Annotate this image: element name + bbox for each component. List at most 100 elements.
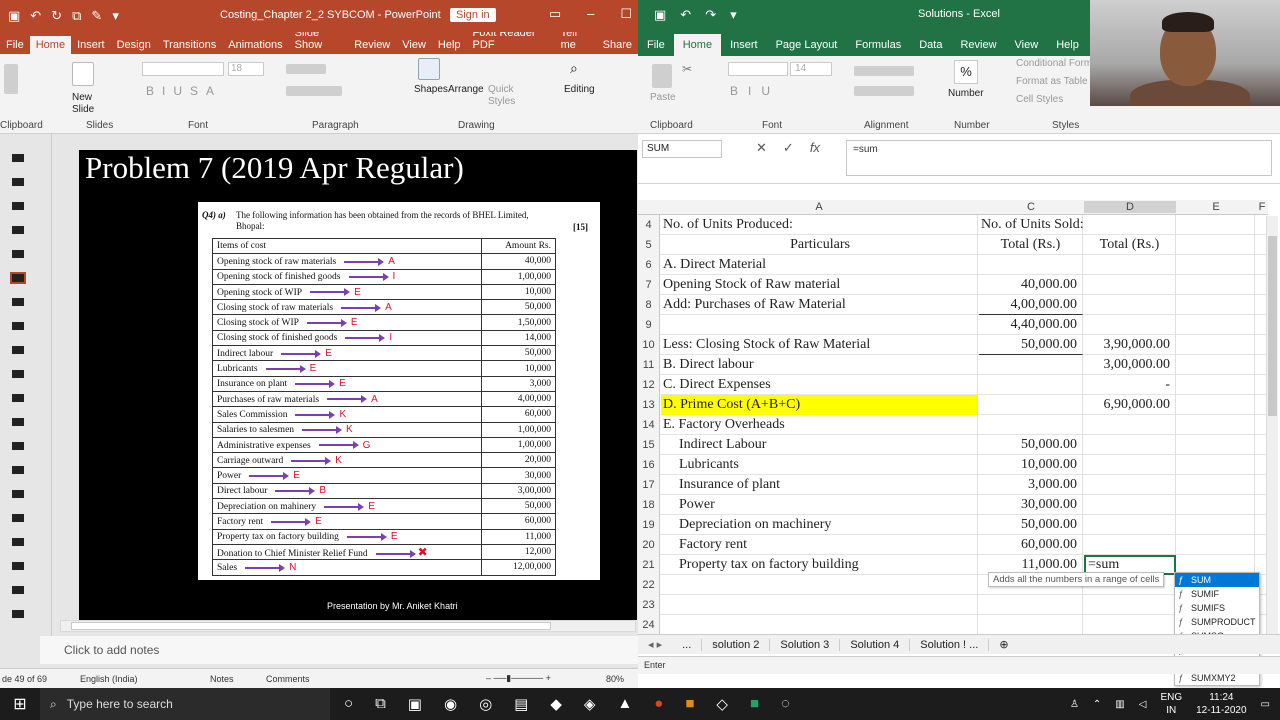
cell-d[interactable] bbox=[1084, 215, 1176, 235]
thumbnail-scrollbar[interactable] bbox=[40, 134, 52, 664]
tab-review[interactable]: Review bbox=[348, 36, 396, 54]
vlc-icon[interactable]: ▲ bbox=[617, 695, 632, 713]
customize-qa-icon[interactable]: ▾ bbox=[730, 7, 737, 23]
row-header[interactable]: 14 bbox=[638, 415, 660, 435]
app-icon[interactable]: ◆ bbox=[550, 695, 562, 713]
cell-e[interactable] bbox=[1177, 475, 1255, 495]
cell-e[interactable] bbox=[1177, 355, 1255, 375]
tab-insert[interactable]: Insert bbox=[71, 36, 111, 54]
tab-home[interactable]: Home bbox=[673, 34, 722, 56]
cut-icon[interactable]: ✂ bbox=[682, 62, 692, 76]
shapes-icon[interactable] bbox=[418, 58, 440, 80]
indent-icon[interactable] bbox=[854, 86, 914, 96]
maximize-icon[interactable]: ☐ bbox=[620, 6, 632, 22]
slide-thumb[interactable] bbox=[12, 226, 24, 234]
column-header-d[interactable]: D bbox=[1084, 201, 1176, 213]
cell-c[interactable]: 10,000.00 bbox=[979, 455, 1083, 475]
notes-pane[interactable]: Click to add notes bbox=[40, 636, 638, 664]
row-header[interactable]: 21 bbox=[638, 555, 660, 575]
column-header-f[interactable]: F bbox=[1252, 201, 1272, 213]
slide-thumb[interactable] bbox=[12, 466, 24, 474]
redo-icon[interactable]: ↻ bbox=[51, 8, 62, 24]
share-button[interactable]: Share bbox=[597, 36, 638, 54]
clock[interactable]: 11:24 12-11-2020 bbox=[1196, 691, 1246, 717]
cell-c[interactable] bbox=[979, 395, 1083, 415]
undo-icon[interactable]: ↶ bbox=[680, 7, 691, 23]
cell-e[interactable] bbox=[1177, 215, 1255, 235]
cell-d[interactable]: 3,90,000.00 bbox=[1084, 335, 1176, 355]
sheet-nav-icon[interactable]: ◂ ▸ bbox=[638, 638, 672, 651]
slide-thumb[interactable] bbox=[12, 154, 24, 162]
cell-e[interactable] bbox=[1177, 235, 1255, 255]
cell-c[interactable] bbox=[979, 375, 1083, 395]
cancel-icon[interactable]: ✕ bbox=[756, 140, 767, 156]
row-header[interactable]: 7 bbox=[638, 275, 660, 295]
row-header[interactable]: 23 bbox=[638, 595, 660, 615]
undo-icon[interactable]: ↶ bbox=[30, 8, 41, 24]
shapes-button[interactable]: Shapes bbox=[414, 84, 448, 95]
cell-a[interactable]: C. Direct Expenses bbox=[661, 375, 978, 395]
quick-styles-button[interactable]: Quick Styles bbox=[488, 84, 518, 108]
cell-a[interactable]: D. Prime Cost (A+B+C) bbox=[661, 395, 978, 415]
autocomplete-item[interactable]: SUM bbox=[1175, 573, 1259, 587]
slide-canvas[interactable]: Problem 7 (2019 Apr Regular) Q4) a) The … bbox=[79, 150, 637, 620]
slide-thumb[interactable] bbox=[12, 490, 24, 498]
row-header[interactable]: 19 bbox=[638, 515, 660, 535]
slide-thumb[interactable] bbox=[12, 562, 24, 570]
chrome-icon[interactable]: ◎ bbox=[479, 695, 492, 713]
slide-thumb[interactable] bbox=[12, 370, 24, 378]
name-box[interactable]: SUM bbox=[642, 140, 722, 158]
cell-a[interactable]: Lubricants bbox=[661, 455, 978, 475]
autocomplete-item[interactable]: SUMIFS bbox=[1175, 601, 1259, 615]
cell-a[interactable] bbox=[661, 595, 978, 615]
cell-a[interactable]: No. of Units Produced: bbox=[661, 215, 978, 235]
cell-a[interactable]: B. Direct labour bbox=[661, 355, 978, 375]
insert-function-icon[interactable]: fx bbox=[810, 140, 820, 156]
cell-a[interactable]: Property tax on factory building bbox=[661, 555, 978, 575]
slide-thumb-active[interactable] bbox=[10, 272, 26, 284]
slide-thumb[interactable] bbox=[12, 202, 24, 210]
column-header-e[interactable]: E bbox=[1177, 201, 1255, 213]
font-name-box[interactable] bbox=[728, 62, 788, 76]
tab-animations[interactable]: Animations bbox=[222, 36, 288, 54]
redo-icon[interactable]: ↷ bbox=[705, 7, 716, 23]
sheet-tab[interactable]: ... bbox=[672, 638, 703, 651]
cell-d[interactable] bbox=[1084, 535, 1176, 555]
conditional-format-button[interactable]: Conditional Form bbox=[1016, 58, 1092, 69]
cell-c[interactable]: 30,000.00 bbox=[979, 495, 1083, 515]
tab-design[interactable]: Design bbox=[111, 36, 157, 54]
cell-c[interactable] bbox=[979, 415, 1083, 435]
cell-c[interactable]: 4,40,000.00 bbox=[979, 315, 1083, 335]
app-icon[interactable]: ◌ bbox=[781, 695, 790, 713]
tab-file[interactable]: File bbox=[0, 36, 30, 54]
cell-d[interactable] bbox=[1084, 475, 1176, 495]
tab-help[interactable]: Help bbox=[432, 36, 467, 54]
app-icon[interactable]: ◇ bbox=[716, 695, 728, 713]
cell-e[interactable] bbox=[1177, 335, 1255, 355]
row-header[interactable]: 17 bbox=[638, 475, 660, 495]
autocomplete-item[interactable]: SUMIF bbox=[1175, 587, 1259, 601]
cell-d[interactable] bbox=[1084, 415, 1176, 435]
row-header[interactable]: 18 bbox=[638, 495, 660, 515]
sheet-tab[interactable]: Solution 4 bbox=[840, 638, 911, 651]
tab-insert[interactable]: Insert bbox=[721, 34, 767, 56]
cell-a[interactable]: Add: Purchases of Raw Material bbox=[661, 295, 978, 315]
system-tray-icon[interactable]: ⌃ bbox=[1093, 699, 1101, 710]
comments-button[interactable]: Comments bbox=[266, 674, 486, 684]
paste-icon[interactable] bbox=[652, 64, 672, 88]
powerpoint-icon[interactable]: ● bbox=[654, 695, 663, 713]
windows-start-icon[interactable]: ⊞ bbox=[0, 694, 40, 714]
save-icon[interactable]: ▣ bbox=[654, 7, 666, 23]
paste-icon[interactable] bbox=[4, 64, 18, 94]
cell-a[interactable]: E. Factory Overheads bbox=[661, 415, 978, 435]
cell-c[interactable] bbox=[979, 355, 1083, 375]
slideshow-icon[interactable]: ⧉ bbox=[72, 8, 81, 24]
sheet-tab[interactable]: Solution ! ... bbox=[910, 638, 990, 651]
cell-a[interactable]: A. Direct Material bbox=[661, 255, 978, 275]
editing-button[interactable]: Editing bbox=[564, 84, 595, 95]
cell-d[interactable] bbox=[1084, 615, 1176, 635]
tab-view[interactable]: View bbox=[396, 36, 432, 54]
zoom-level[interactable]: 80% bbox=[606, 674, 624, 684]
tab-formulas[interactable]: Formulas bbox=[846, 34, 910, 56]
tab-transitions[interactable]: Transitions bbox=[157, 36, 222, 54]
